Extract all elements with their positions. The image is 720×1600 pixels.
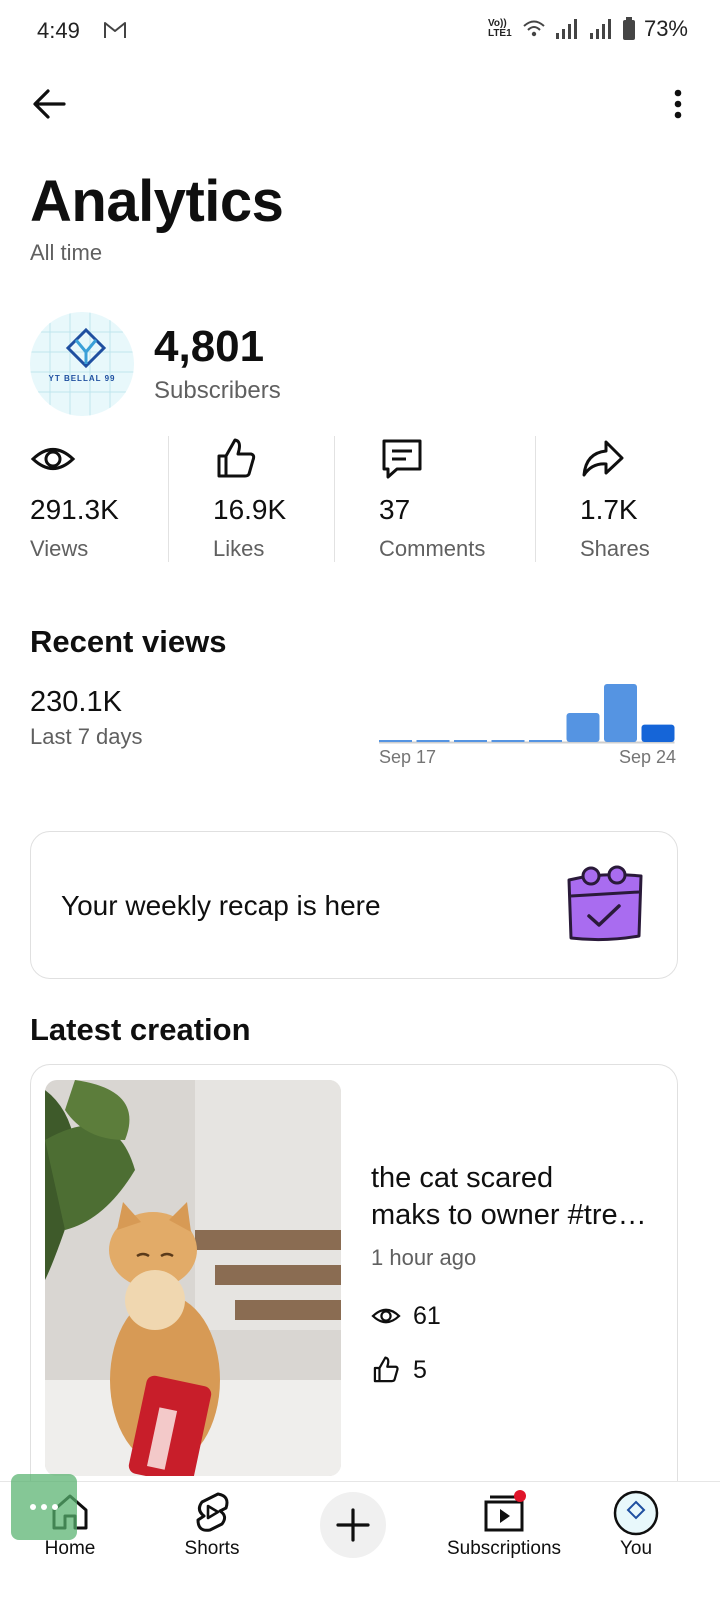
gmail-icon xyxy=(104,22,126,38)
stat-label: Views xyxy=(30,536,89,561)
chart-bar-sep-19 xyxy=(454,740,487,742)
video-age: 1 hour ago xyxy=(371,1245,477,1270)
plus-icon xyxy=(336,1508,370,1542)
stat-divider xyxy=(334,436,335,562)
nav-subscriptions[interactable]: Subscriptions xyxy=(432,1482,576,1600)
eye-icon xyxy=(30,448,76,470)
battery-icon xyxy=(622,17,635,40)
recent-views-value: 230.1K xyxy=(30,686,122,718)
stat-shares[interactable]: 1.7K Shares xyxy=(580,436,650,564)
thumbs-up-icon xyxy=(217,438,256,478)
stat-divider xyxy=(168,436,169,562)
latest-creation-card[interactable]: the cat scared maks to owner #trending 1… xyxy=(30,1064,678,1484)
chart-bar-sep-23 xyxy=(604,684,637,742)
video-likes-row: 5 xyxy=(371,1355,427,1385)
subscriptions-icon xyxy=(484,1490,526,1532)
chart-bar-sep-20 xyxy=(491,740,525,742)
stat-value: 37 xyxy=(379,494,411,525)
nav-label: You xyxy=(619,1538,653,1559)
date-range-label: All time xyxy=(30,240,103,265)
video-views-row: 61 xyxy=(371,1301,441,1331)
video-title[interactable]: the cat scared maks to owner #trending xyxy=(371,1160,661,1234)
video-views: 61 xyxy=(413,1301,441,1330)
status-time: 4:49 xyxy=(37,18,80,43)
share-icon xyxy=(582,440,624,477)
status-bar: 4:49 Vo)) LTE1 73% xyxy=(0,0,720,62)
top-app-bar xyxy=(0,78,720,130)
channel-logo xyxy=(30,312,134,416)
stat-comments[interactable]: 37 Comments xyxy=(379,436,485,564)
channel-avatar[interactable]: YT BELLAL 99 xyxy=(30,312,134,416)
recap-text: Your weekly recap is here xyxy=(61,890,381,921)
stat-divider xyxy=(535,436,536,562)
chart-bar-sep-18 xyxy=(416,740,450,742)
video-title-line-1: the cat scared xyxy=(371,1162,554,1194)
battery-percent: 73% xyxy=(643,16,688,41)
recent-views-title: Recent views xyxy=(30,624,227,659)
comment-icon xyxy=(382,439,422,479)
nav-shorts[interactable]: Shorts xyxy=(160,1482,264,1600)
status-indicators: Vo)) LTE1 73% xyxy=(488,16,688,42)
nav-label: Shorts xyxy=(184,1538,240,1559)
shorts-icon xyxy=(196,1492,229,1532)
nav-you[interactable]: You xyxy=(596,1482,676,1600)
notification-dot xyxy=(514,1490,526,1502)
profile-avatar-icon xyxy=(613,1490,659,1536)
signal-icon-2 xyxy=(589,19,611,39)
back-arrow-icon[interactable] xyxy=(30,84,70,124)
latest-creation-title: Latest creation xyxy=(30,1012,251,1047)
stats-row: 291.3K Views 16.9K Likes 37 Comments 1.7… xyxy=(0,436,720,564)
cat-thumbnail-image xyxy=(45,1080,341,1476)
bottom-navigation: Home Shorts Subscriptions You xyxy=(0,1481,720,1600)
video-likes: 5 xyxy=(413,1355,427,1384)
chart-bar-sep-21 xyxy=(529,740,562,742)
calendar-check-icon xyxy=(567,865,643,942)
chart-bar-sep-22 xyxy=(566,713,600,742)
weekly-recap-card[interactable]: Your weekly recap is here xyxy=(30,831,678,979)
create-button[interactable] xyxy=(320,1492,386,1558)
chart-bar-sep-17 xyxy=(379,740,412,742)
video-title-line-2: maks to owner #trending xyxy=(371,1199,661,1231)
stat-likes[interactable]: 16.9K Likes xyxy=(213,436,286,564)
signal-icon-1 xyxy=(555,19,577,39)
chart-start-label: Sep 17 xyxy=(379,747,436,767)
dots-icon xyxy=(30,1504,58,1510)
stat-label: Shares xyxy=(580,536,650,561)
recent-views-chart[interactable]: Sep 17 Sep 24 xyxy=(376,672,686,776)
chart-bar-sep-24 xyxy=(641,724,675,742)
nav-label: Subscriptions xyxy=(446,1538,562,1559)
subscriber-label: Subscribers xyxy=(154,377,281,404)
stat-label: Comments xyxy=(379,536,486,561)
nav-label: Home xyxy=(44,1538,96,1559)
page-title: Analytics xyxy=(30,169,284,234)
stat-views[interactable]: 291.3K Views xyxy=(30,436,119,564)
wifi-icon xyxy=(523,20,545,37)
stat-value: 291.3K xyxy=(30,494,119,525)
recent-views-period: Last 7 days xyxy=(30,724,143,749)
stat-value: 1.7K xyxy=(580,494,638,525)
video-thumbnail[interactable] xyxy=(45,1080,341,1476)
eye-icon xyxy=(371,1308,401,1324)
stat-value: 16.9K xyxy=(213,494,287,525)
floating-menu-button[interactable] xyxy=(11,1474,77,1540)
avatar-text: YT BELLAL 99 xyxy=(48,374,116,383)
more-options-icon[interactable] xyxy=(668,84,688,124)
thumbs-up-icon xyxy=(373,1356,399,1383)
stat-label: Likes xyxy=(213,536,265,561)
volte-label: Vo)) LTE1 xyxy=(487,18,512,39)
subscriber-count: 4,801 xyxy=(154,322,265,371)
chart-end-label: Sep 24 xyxy=(619,747,676,767)
